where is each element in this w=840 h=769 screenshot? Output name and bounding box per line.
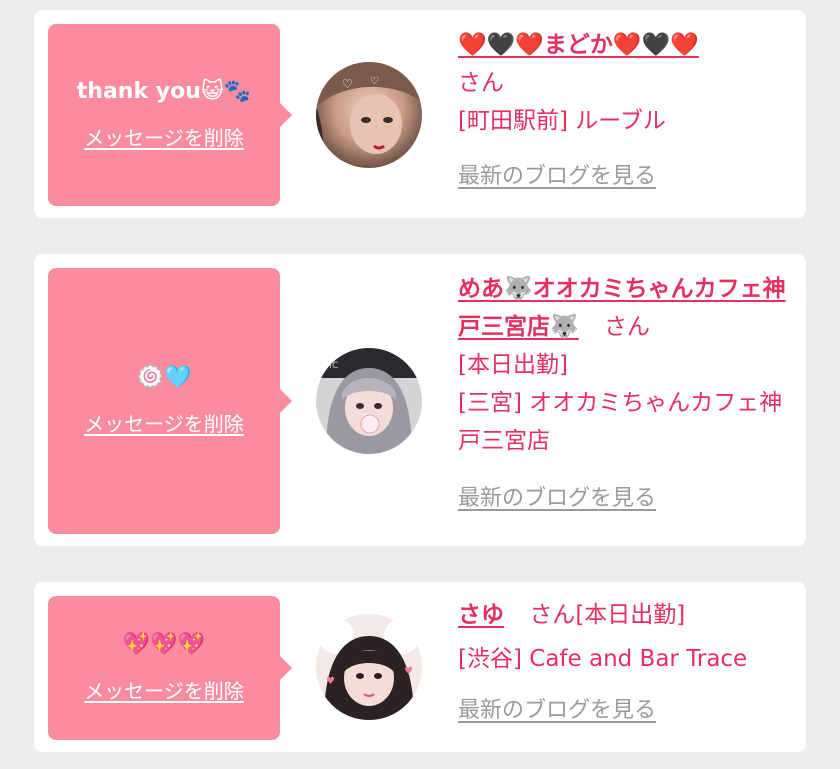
message-bubble: thank you😺🐾 メッセージを削除 (48, 24, 292, 206)
avatar[interactable]: BMC (316, 348, 422, 454)
status-badge: [本日出勤] (575, 602, 686, 628)
shop-info: [渋谷] Cafe and Bar Trace (458, 646, 748, 672)
status-badge: [本日出勤] (458, 352, 568, 378)
honorific: さん (458, 70, 504, 96)
svg-text:♡: ♡ (370, 76, 379, 87)
shop-info: [三宮] オオカミちゃんカフェ神戸三宮店 (458, 390, 783, 454)
message-bubble: 🍥🩵 メッセージを削除 (48, 268, 292, 534)
honorific: さん (529, 602, 576, 628)
avatar[interactable]: ♡ ♡ (316, 62, 422, 168)
honorific: さん (603, 314, 650, 340)
latest-blog-link[interactable]: 最新のブログを見る (458, 480, 798, 518)
message-card: 🍥🩵 メッセージを削除 BMC めあ🐺オオカミちゃんカフェ神戸三宮店🐺 さん [… (34, 254, 806, 546)
delete-message-link[interactable]: メッセージを削除 (84, 408, 244, 437)
cast-name-link[interactable]: ❤️🖤❤️まどか❤️🖤❤️ (458, 32, 699, 58)
message-text: 🍥🩵 (136, 365, 192, 390)
message-text: thank you😺🐾 (76, 79, 252, 104)
avatar[interactable]: ♥ ♥ (316, 614, 422, 720)
delete-message-link[interactable]: メッセージを削除 (84, 675, 244, 704)
svg-text:♥: ♥ (404, 666, 413, 677)
cast-name-link[interactable]: さゆ (458, 602, 504, 628)
svg-text:♡: ♡ (342, 77, 353, 91)
delete-message-link[interactable]: メッセージを削除 (84, 122, 244, 151)
cast-info: ❤️🖤❤️まどか❤️🖤❤️ さん [町田駅前] ルーブル 最新のブログを見る (458, 26, 798, 196)
latest-blog-link[interactable]: 最新のブログを見る (458, 692, 798, 730)
svg-text:BMC: BMC (318, 361, 338, 371)
message-bubble: 💖💖💖 メッセージを削除 (48, 596, 292, 740)
message-text: 💖💖💖 (122, 632, 206, 657)
message-card: thank you😺🐾 メッセージを削除 ♡ ♡ ❤️🖤❤️まどか❤️🖤❤️ さ… (34, 10, 806, 218)
cast-info: さゆ さん[本日出勤] [渋谷] Cafe and Bar Trace 最新のブ… (458, 596, 798, 730)
shop-info: [町田駅前] ルーブル (458, 108, 666, 134)
latest-blog-link[interactable]: 最新のブログを見る (458, 158, 798, 196)
svg-text:♥: ♥ (326, 676, 335, 687)
cast-info: めあ🐺オオカミちゃんカフェ神戸三宮店🐺 さん [本日出勤] [三宮] オオカミち… (458, 270, 798, 518)
message-card: 💖💖💖 メッセージを削除 ♥ ♥ さゆ さん[本日出勤] [渋谷] Cafe a… (34, 582, 806, 752)
